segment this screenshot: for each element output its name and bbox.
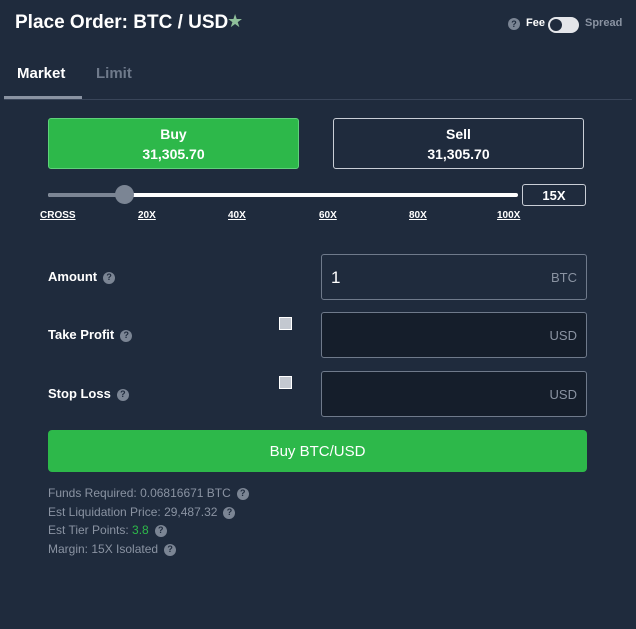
help-icon[interactable]: ? — [120, 329, 133, 342]
buy-button[interactable]: Buy 31,305.70 — [48, 118, 299, 169]
leverage-value-input[interactable]: 15X — [522, 184, 586, 206]
page-title: Place Order: BTC / USD — [15, 12, 229, 33]
tier-points-value: 3.8 — [132, 523, 149, 537]
buy-label: Buy — [160, 125, 187, 142]
toggle-knob — [550, 19, 562, 31]
sell-price: 31,305.70 — [427, 145, 490, 162]
help-icon[interactable]: ? — [154, 524, 167, 537]
margin-row: Margin: 15X Isolated? — [48, 542, 177, 556]
liquidation-price-row: Est Liquidation Price: 29,487.32? — [48, 505, 236, 519]
take-profit-checkbox[interactable] — [279, 317, 292, 330]
sell-label: Sell — [446, 125, 471, 142]
funds-required-label: Funds Required: — [48, 486, 137, 500]
star-icon[interactable]: ★ — [227, 11, 243, 32]
take-profit-unit: USD — [549, 328, 577, 343]
margin-label: Margin: — [48, 542, 89, 556]
amount-input[interactable]: 1 BTC — [321, 254, 587, 300]
stop-loss-label-row: Stop Loss? — [48, 386, 129, 401]
order-panel: Place Order: BTC / USD ★ ? Fee Spread Ma… — [0, 0, 636, 629]
help-icon[interactable]: ? — [164, 543, 177, 556]
leverage-tick-40x[interactable]: 40X — [228, 210, 246, 221]
fee-label: Fee — [526, 17, 545, 29]
tab-limit[interactable]: Limit — [96, 65, 132, 82]
take-profit-label: Take Profit — [48, 327, 115, 342]
leverage-tick-60x[interactable]: 60X — [319, 210, 337, 221]
buy-submit-button[interactable]: Buy BTC/USD — [48, 430, 587, 472]
amount-label: Amount — [48, 269, 98, 284]
help-icon[interactable]: ? — [116, 388, 129, 401]
leverage-tick-cross[interactable]: CROSS — [40, 210, 76, 221]
leverage-tick-20x[interactable]: 20X — [138, 210, 156, 221]
help-icon[interactable]: ? — [236, 487, 249, 500]
fee-spread-toggle[interactable] — [548, 17, 579, 33]
liquidation-price-label: Est Liquidation Price: — [48, 505, 161, 519]
tier-points-label: Est Tier Points: — [48, 523, 129, 537]
stop-loss-checkbox[interactable] — [279, 376, 292, 389]
tier-points-row: Est Tier Points: 3.8? — [48, 523, 167, 537]
funds-required-value: 0.06816671 BTC — [140, 486, 231, 500]
amount-value: 1 — [331, 268, 341, 287]
help-icon[interactable]: ? — [508, 18, 520, 30]
tab-market[interactable]: Market — [17, 65, 65, 82]
leverage-slider-thumb[interactable] — [115, 185, 134, 204]
tab-divider — [4, 99, 632, 100]
help-icon[interactable]: ? — [103, 271, 116, 284]
margin-value: 15X Isolated — [91, 542, 159, 556]
buy-price: 31,305.70 — [142, 145, 205, 162]
amount-label-row: Amount? — [48, 269, 116, 284]
take-profit-input[interactable]: USD — [321, 312, 587, 358]
stop-loss-input[interactable]: USD — [321, 371, 587, 417]
leverage-slider-fill — [48, 193, 124, 197]
liquidation-price-value: 29,487.32 — [164, 505, 218, 519]
stop-loss-label: Stop Loss — [48, 386, 111, 401]
funds-required-row: Funds Required: 0.06816671 BTC? — [48, 486, 249, 500]
leverage-tick-80x[interactable]: 80X — [409, 210, 427, 221]
amount-unit: BTC — [551, 270, 577, 285]
sell-button[interactable]: Sell 31,305.70 — [333, 118, 584, 169]
spread-label: Spread — [585, 17, 623, 29]
leverage-tick-100x[interactable]: 100X — [497, 210, 520, 221]
help-icon[interactable]: ? — [223, 506, 236, 519]
stop-loss-unit: USD — [549, 387, 577, 402]
take-profit-label-row: Take Profit? — [48, 327, 133, 342]
